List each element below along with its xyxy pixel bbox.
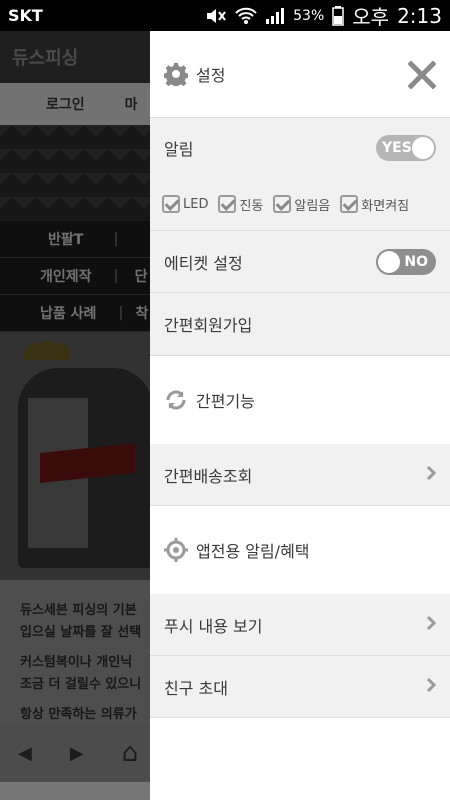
led-label: LED: [183, 196, 209, 212]
chevron-right-icon: [426, 677, 437, 697]
ampm-label: 오후: [352, 5, 390, 29]
settings-drawer: 설정 알림 YES LED 진동 알림음 화면켜짐 에티켓 설정 NO 간편회원…: [150, 31, 450, 800]
delivery-tracking-label: 간편배송조회: [164, 466, 253, 486]
toggle-knob: [378, 250, 400, 273]
check-icon: [340, 195, 359, 213]
notifications-label: 알림: [164, 140, 194, 159]
check-icon: [162, 195, 180, 213]
app-alerts-header: 앱전용 알림/혜택: [150, 506, 450, 594]
notifications-row: 알림 YES: [150, 118, 450, 178]
etiquette-row: 에티켓 설정 NO: [150, 231, 450, 293]
settings-title: 설정: [196, 66, 226, 85]
settings-header: 설정: [150, 31, 450, 118]
signup-label: 간편회원가입: [164, 316, 253, 335]
app-alerts-title: 앱전용 알림/혜택: [196, 542, 310, 561]
quick-functions-title: 간편기능: [196, 392, 255, 411]
signup-row[interactable]: 간편회원가입: [150, 293, 450, 356]
refresh-icon: [164, 388, 188, 412]
screen-on-label: 화면켜짐: [361, 198, 410, 214]
close-icon[interactable]: [407, 60, 437, 93]
notification-options-row: LED 진동 알림음 화면켜짐: [150, 178, 450, 231]
clock-time: 2:13: [397, 3, 442, 28]
chevron-right-icon: [426, 465, 437, 485]
toggle-state: NO: [404, 253, 428, 270]
battery-icon: [332, 5, 345, 26]
delivery-tracking-row[interactable]: 간편배송조회: [150, 444, 450, 506]
wifi-icon: [235, 7, 257, 25]
push-content-label: 푸시 내용 보기: [164, 616, 263, 636]
invite-friends-label: 친구 초대: [164, 678, 228, 698]
push-content-row[interactable]: 푸시 내용 보기: [150, 594, 450, 656]
mute-icon: [205, 7, 227, 25]
check-icon: [218, 195, 237, 213]
sound-checkbox[interactable]: 알림음: [273, 195, 330, 214]
etiquette-label: 에티켓 설정: [164, 253, 243, 273]
chevron-right-icon: [426, 615, 437, 635]
signal-icon: [265, 7, 285, 25]
screen-on-checkbox[interactable]: 화면켜짐: [340, 195, 409, 214]
toggle-knob: [412, 137, 434, 159]
vibration-label: 진동: [239, 198, 264, 214]
invite-friends-row[interactable]: 친구 초대: [150, 656, 450, 718]
check-icon: [273, 195, 292, 213]
toggle-state: YES: [382, 140, 412, 156]
carrier-label: SKT: [8, 6, 43, 25]
sound-label: 알림음: [294, 198, 331, 214]
overlay-dim[interactable]: [0, 31, 150, 800]
quick-functions-header: 간편기능: [150, 356, 450, 444]
status-bar: SKT 53% 오후 2:13: [0, 0, 450, 31]
target-icon: [164, 538, 188, 562]
led-checkbox[interactable]: LED: [162, 195, 208, 213]
vibration-checkbox[interactable]: 진동: [218, 195, 263, 214]
notifications-toggle[interactable]: YES: [376, 135, 436, 161]
etiquette-toggle[interactable]: NO: [376, 248, 436, 275]
gear-icon: [164, 62, 188, 86]
battery-percent: 53%: [293, 7, 325, 24]
